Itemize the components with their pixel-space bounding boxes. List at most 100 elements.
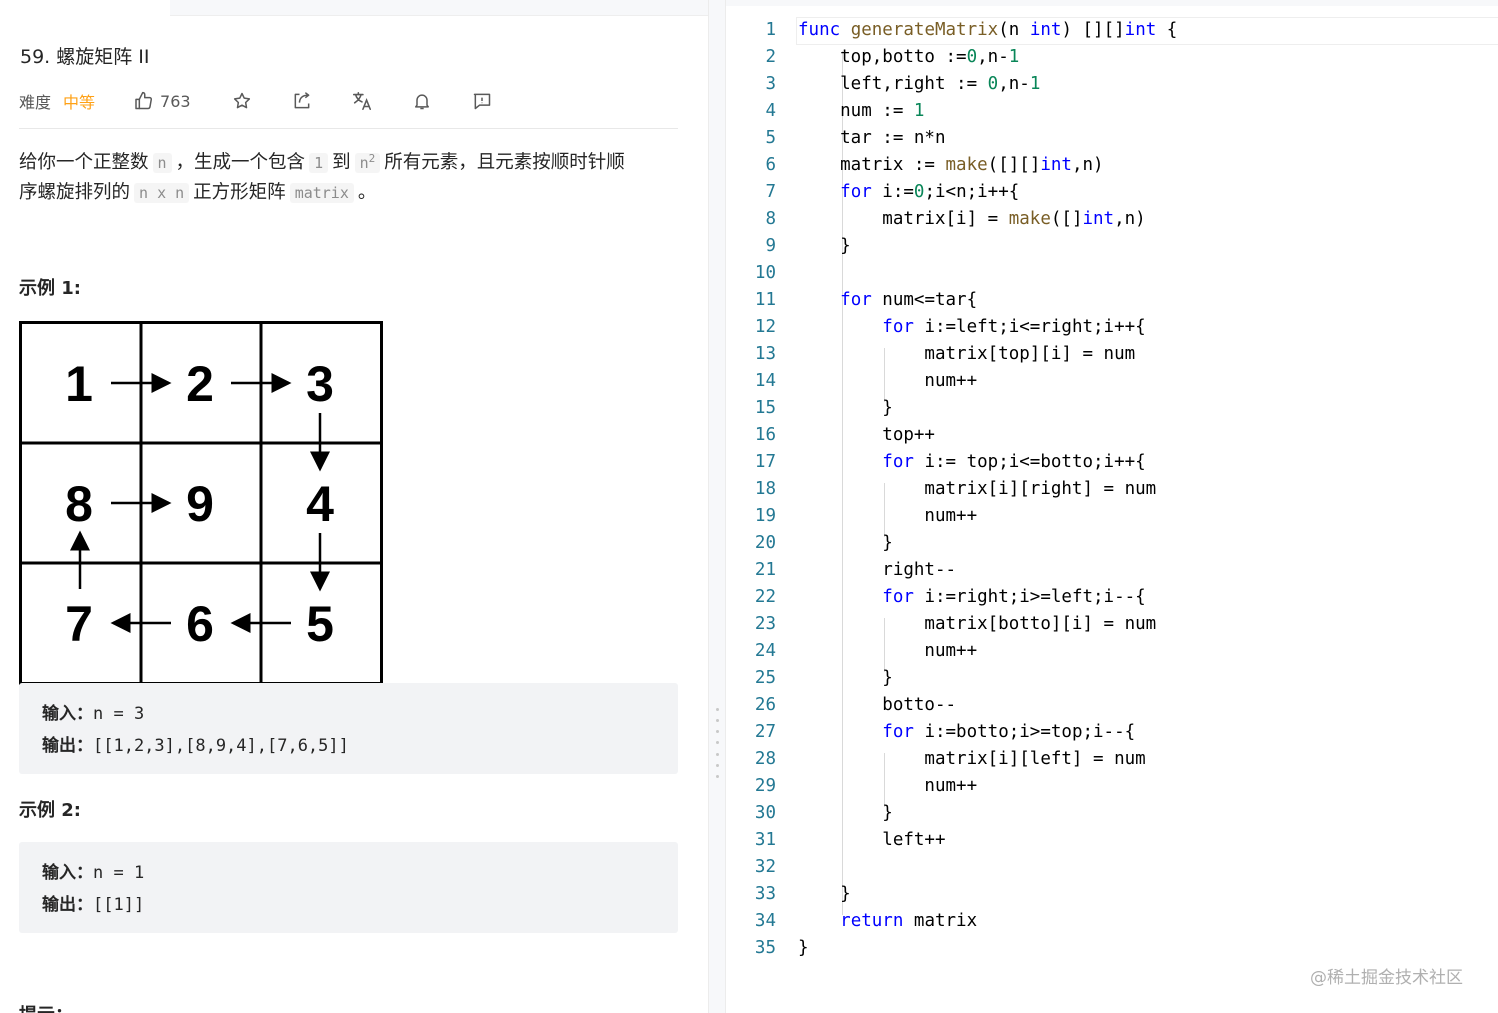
- code-token: left,right :=: [798, 74, 988, 94]
- code-text: }: [798, 530, 893, 557]
- code-token: ,n): [1114, 209, 1146, 229]
- code-token: }: [798, 398, 893, 418]
- code-line[interactable]: 34 return matrix: [726, 908, 1498, 935]
- keyword-token: int: [1029, 20, 1062, 40]
- code-editor[interactable]: 1 func generateMatrix(n int) [][]int {2 t…: [726, 6, 1498, 1013]
- line-number: 1: [765, 20, 776, 40]
- grid-cell: 7: [65, 596, 93, 652]
- code-token: }: [798, 668, 893, 688]
- code-token: ,n-: [977, 47, 1009, 67]
- description-text: 序螺旋排列的: [19, 182, 131, 203]
- code-line[interactable]: 22 for i:=right;i>=left;i--{: [726, 584, 1498, 611]
- code-line[interactable]: 28 matrix[i][left] = num: [726, 746, 1498, 773]
- code-line[interactable]: 11 for num<=tar{: [726, 287, 1498, 314]
- function-token: make: [1008, 209, 1051, 229]
- code-line[interactable]: 33 }: [726, 881, 1498, 908]
- line-number: 25: [754, 668, 776, 688]
- input-label: 输入：: [42, 863, 93, 883]
- grid-cell: 6: [186, 596, 214, 652]
- code-line[interactable]: 13 matrix[top][i] = num: [726, 341, 1498, 368]
- code-line[interactable]: 12 for i:=left;i<=right;i++{: [726, 314, 1498, 341]
- code-line[interactable]: 20 }: [726, 530, 1498, 557]
- code-token: }: [798, 533, 893, 553]
- example-1-block: 输入：n = 3 输出：[[1,2,3],[8,9,4],[7,6,5]]: [19, 683, 678, 774]
- tab-bar-background: [170, 0, 708, 16]
- code-line[interactable]: 24 num++: [726, 638, 1498, 665]
- code-line[interactable]: 2 top,botto :=0,n-1: [726, 44, 1498, 71]
- code-token: i:=right;i>=left;i--{: [913, 587, 1146, 607]
- description-text: ，生成一个包含: [175, 152, 306, 173]
- line-number: 3: [765, 74, 776, 94]
- code-line[interactable]: 5 tar := n*n: [726, 125, 1498, 152]
- code-text: for num<=tar{: [798, 287, 977, 314]
- code-line[interactable]: 35}: [726, 935, 1498, 962]
- inline-code-one: 1: [309, 153, 329, 173]
- watermark: @稀土掘金技术社区: [1310, 968, 1463, 988]
- keyword-token: int: [1040, 155, 1072, 175]
- share-button[interactable]: [291, 90, 313, 112]
- code-token: matrix[i][right] = num: [798, 479, 1157, 499]
- example-2-output: 输出：[[1]]: [42, 890, 144, 915]
- keyword-token: func: [798, 20, 841, 40]
- code-line[interactable]: 30 }: [726, 800, 1498, 827]
- code-token: i:=: [871, 182, 914, 202]
- code-line[interactable]: 18 matrix[i][right] = num: [726, 476, 1498, 503]
- code-line[interactable]: 4 num := 1: [726, 98, 1498, 125]
- code-line[interactable]: 1 func generateMatrix(n int) [][]int {: [726, 17, 1498, 44]
- panel-resize-handle[interactable]: [708, 0, 726, 1013]
- translate-button[interactable]: [351, 90, 373, 112]
- code-line[interactable]: 27 for i:=botto;i>=top;i--{: [726, 719, 1498, 746]
- code-text: num++: [798, 503, 977, 530]
- code-line[interactable]: 8 matrix[i] = make([]int,n): [726, 206, 1498, 233]
- line-number: 7: [765, 182, 776, 202]
- code-text: }: [798, 665, 893, 692]
- description-text: 正方形矩阵: [193, 182, 286, 203]
- code-line[interactable]: 29 num++: [726, 773, 1498, 800]
- code-text: top++: [798, 422, 935, 449]
- keyword-token: int: [1124, 20, 1157, 40]
- code-line[interactable]: 17 for i:= top;i<=botto;i++{: [726, 449, 1498, 476]
- code-line[interactable]: 21 right--: [726, 557, 1498, 584]
- line-number: 14: [754, 371, 776, 391]
- line-number: 31: [754, 830, 776, 850]
- code-token: }: [798, 884, 851, 904]
- code-token: num++: [798, 506, 978, 526]
- code-line[interactable]: 31 left++: [726, 827, 1498, 854]
- share-icon: [294, 92, 309, 109]
- number-token: 0: [913, 182, 925, 202]
- code-line[interactable]: 23 matrix[botto][i] = num: [726, 611, 1498, 638]
- keyword-token: for: [882, 452, 914, 472]
- line-number: 32: [754, 857, 776, 877]
- subscribe-button[interactable]: [411, 90, 433, 112]
- number-token: 1: [913, 101, 925, 121]
- code-line[interactable]: 15 }: [726, 395, 1498, 422]
- code-line[interactable]: 14 num++: [726, 368, 1498, 395]
- code-text: matrix[i][right] = num: [798, 476, 1156, 503]
- code-line[interactable]: 6 matrix := make([][]int,n): [726, 152, 1498, 179]
- feedback-button[interactable]: [471, 90, 493, 112]
- line-number: 20: [754, 533, 776, 553]
- code-line[interactable]: 7 for i:=0;i<n;i++{: [726, 179, 1498, 206]
- output-label: 输出：: [42, 895, 93, 915]
- like-button[interactable]: 763: [133, 91, 191, 111]
- line-number: 13: [754, 344, 776, 364]
- favorite-button[interactable]: [231, 90, 253, 112]
- code-text: num := 1: [798, 98, 924, 125]
- code-line[interactable]: 3 left,right := 0,n-1: [726, 71, 1498, 98]
- like-count: 763: [160, 91, 191, 111]
- code-line[interactable]: 9 }: [726, 233, 1498, 260]
- code-line[interactable]: 25 }: [726, 665, 1498, 692]
- code-line[interactable]: 10: [726, 260, 1498, 287]
- code-text: for i:=left;i<=right;i++{: [798, 314, 1145, 341]
- example-1-input: 输入：n = 3: [42, 699, 144, 724]
- code-line[interactable]: 26 botto--: [726, 692, 1498, 719]
- code-line[interactable]: 32: [726, 854, 1498, 881]
- code-line[interactable]: 16 top++: [726, 422, 1498, 449]
- input-value: n = 1: [93, 863, 145, 883]
- code-line[interactable]: 19 num++: [726, 503, 1498, 530]
- line-number: 4: [765, 101, 776, 121]
- example-2-heading: 示例 2:: [19, 800, 81, 821]
- code-token: matrix[i] =: [798, 209, 1009, 229]
